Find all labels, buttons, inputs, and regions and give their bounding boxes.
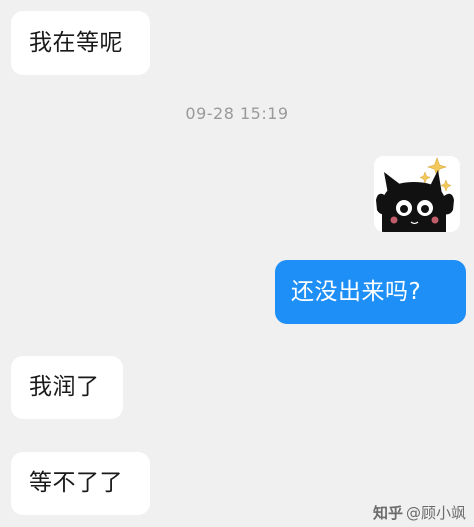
watermark-handle: @顾小飒 [405, 504, 466, 522]
message-text: 还没出来吗? [291, 278, 422, 305]
message-text: 我在等呢 [29, 29, 123, 56]
zhihu-logo: 知乎 [372, 504, 403, 522]
message-text: 等不了了 [29, 470, 123, 496]
incoming-message-bubble[interactable]: 我在等呢 [11, 11, 150, 75]
black-cat-sparkle-icon [374, 156, 460, 232]
outgoing-message-bubble[interactable]: 还没出来吗? [275, 260, 466, 324]
message-timestamp: 09-28 15:19 [185, 104, 289, 123]
incoming-message-bubble[interactable]: 等不了了 [11, 452, 150, 515]
incoming-message-bubble[interactable]: 我润了 [11, 356, 123, 419]
message-text: 我润了 [29, 374, 100, 400]
watermark: 知乎 @顾小飒 [373, 502, 466, 523]
sticker-image[interactable] [374, 156, 460, 232]
